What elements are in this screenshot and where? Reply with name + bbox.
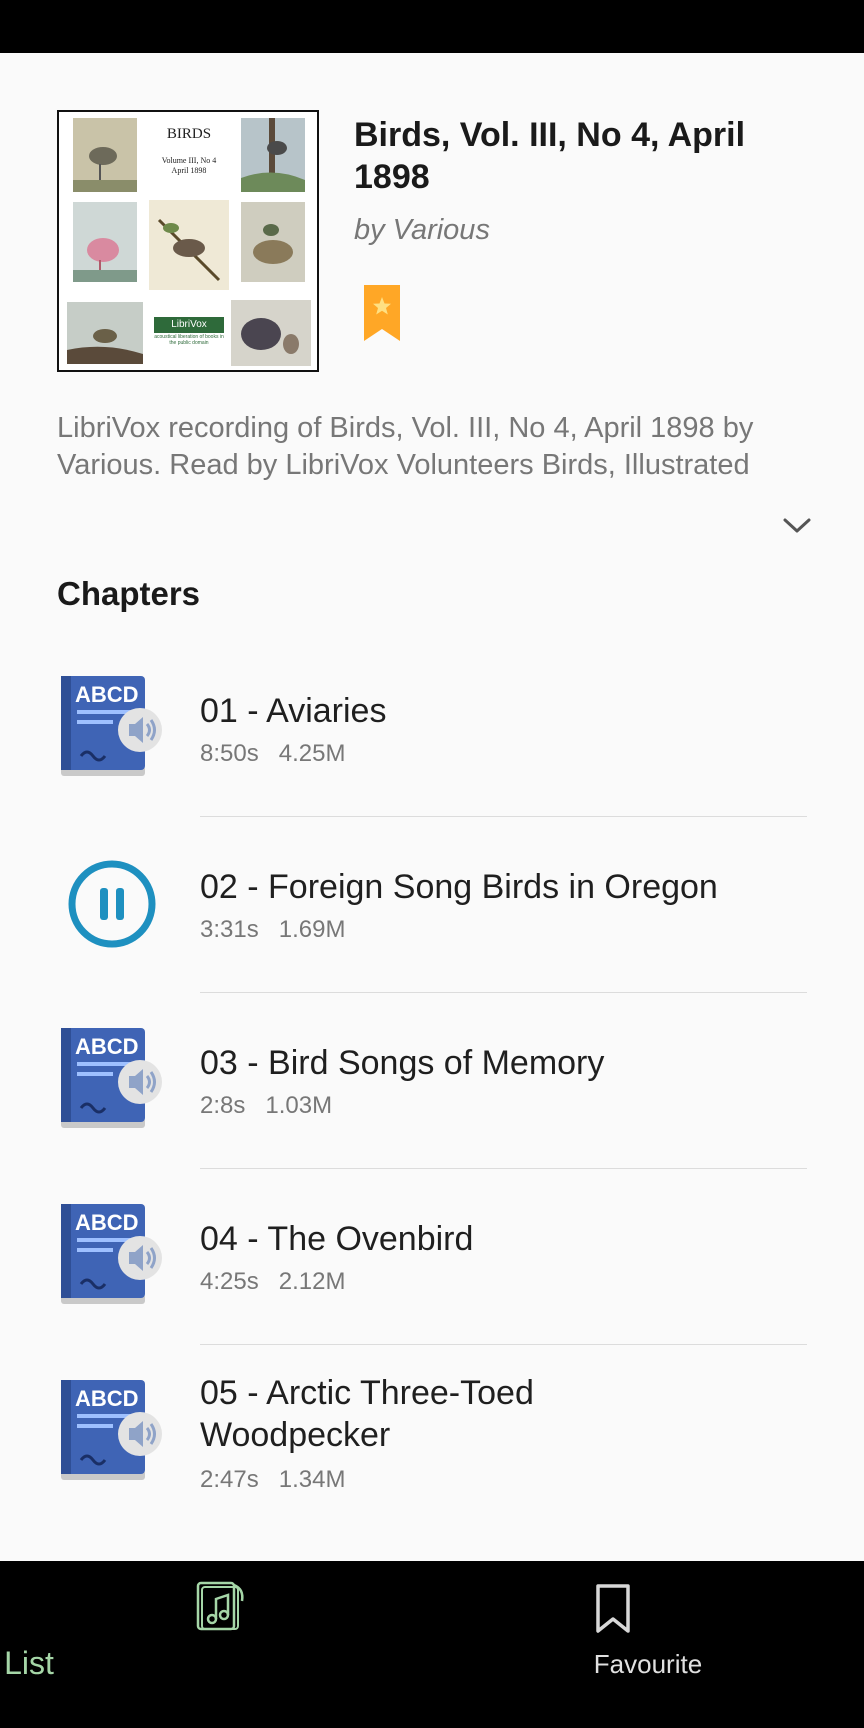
svg-text:ABCD: ABCD — [75, 1210, 139, 1235]
bird-illustration — [73, 118, 137, 192]
chapter-meta: 3:31s 1.69M — [200, 916, 345, 944]
svg-text:ABCD: ABCD — [75, 1386, 139, 1411]
bird-illustration — [231, 300, 311, 366]
audiobook-icon[interactable]: ABCD — [57, 1200, 167, 1310]
chapter-title: 01 - Aviaries — [200, 692, 387, 730]
nav-label-favourite: Favourite — [593, 1649, 703, 1679]
bird-illustration — [73, 202, 137, 282]
chapter-list-item[interactable]: ABCD 05 - Arctic Three-Toed Woodpecker 2… — [0, 1344, 864, 1520]
librivox-logo-tagline: acoustical liberation of books in the pu… — [154, 334, 224, 346]
cover-subtitle: Volume III, No 4 April 1898 — [161, 156, 217, 175]
librivox-logo: LibriVox — [154, 317, 224, 333]
chapter-size: 2.12M — [278, 1268, 346, 1295]
chapter-list-item[interactable]: ABCD 04 - The Ovenbird 4:25s 2.12M — [0, 1168, 864, 1345]
book-cover-image: BIRDS Volume III, No 4 April 1898 LibriV… — [57, 110, 319, 372]
audiobook-icon[interactable]: ABCD — [57, 1024, 167, 1134]
chapter-title: 02 - Foreign Song Birds in Oregon — [200, 868, 718, 906]
book-author: by Various — [354, 214, 490, 246]
chapter-meta: 4:25s 2.12M — [200, 1268, 345, 1296]
chapter-list-item[interactable]: ABCD 03 - Bird Songs of Memory 2:8s 1.03… — [0, 992, 864, 1169]
chapter-size: 1.69M — [278, 916, 346, 943]
chapter-meta: 2:8s 1.03M — [200, 1092, 332, 1120]
music-list-icon — [196, 1581, 244, 1631]
bird-illustration — [241, 202, 305, 282]
chapter-title: 03 - Bird Songs of Memory — [200, 1044, 605, 1082]
audiobook-icon[interactable]: ABCD — [57, 1376, 167, 1486]
bookmark-icon — [596, 1584, 630, 1633]
nav-tab-favourite[interactable]: Favourite — [432, 1561, 864, 1728]
bookmark-star-icon[interactable] — [364, 285, 400, 341]
svg-text:ABCD: ABCD — [75, 1034, 139, 1059]
book-description: LibriVox recording of Birds, Vol. III, N… — [57, 412, 754, 481]
bird-illustration — [149, 200, 229, 290]
bird-illustration — [67, 302, 143, 364]
chapter-size: 1.34M — [278, 1466, 346, 1493]
chevron-down-icon[interactable] — [780, 515, 814, 537]
bottom-navigation: List Favourite — [0, 1561, 864, 1728]
chapter-title: 05 - Arctic Three-Toed Woodpecker — [200, 1374, 534, 1454]
chapter-duration: 8:50s — [200, 740, 259, 767]
bird-illustration — [241, 118, 305, 192]
chapter-meta: 2:47s 1.34M — [200, 1466, 345, 1494]
chapter-size: 1.03M — [265, 1092, 333, 1119]
chapter-duration: 3:31s — [200, 916, 259, 943]
chapter-duration: 2:47s — [200, 1466, 259, 1493]
chapter-size: 4.25M — [278, 740, 346, 767]
chapters-heading: Chapters — [57, 575, 201, 612]
cover-title: BIRDS — [166, 126, 212, 142]
pause-icon[interactable] — [57, 848, 167, 958]
chapter-duration: 4:25s — [200, 1268, 259, 1295]
chapter-title: 04 - The Ovenbird — [200, 1220, 474, 1258]
nav-label-list: List — [4, 1645, 54, 1681]
book-title: Birds, Vol. III, No 4, April 1898 — [354, 116, 746, 196]
chapter-duration: 2:8s — [200, 1092, 246, 1119]
chapter-meta: 8:50s 4.25M — [200, 740, 345, 768]
status-bar — [0, 0, 864, 53]
audiobook-icon[interactable]: ABCD — [57, 672, 167, 782]
chapter-list-item[interactable]: ABCD 01 - Aviaries 8:50s 4.25M — [0, 640, 864, 817]
chapter-list-item[interactable]: 02 - Foreign Song Birds in Oregon 3:31s … — [0, 816, 864, 993]
svg-text:ABCD: ABCD — [75, 682, 139, 707]
nav-tab-list[interactable]: List — [0, 1561, 432, 1728]
